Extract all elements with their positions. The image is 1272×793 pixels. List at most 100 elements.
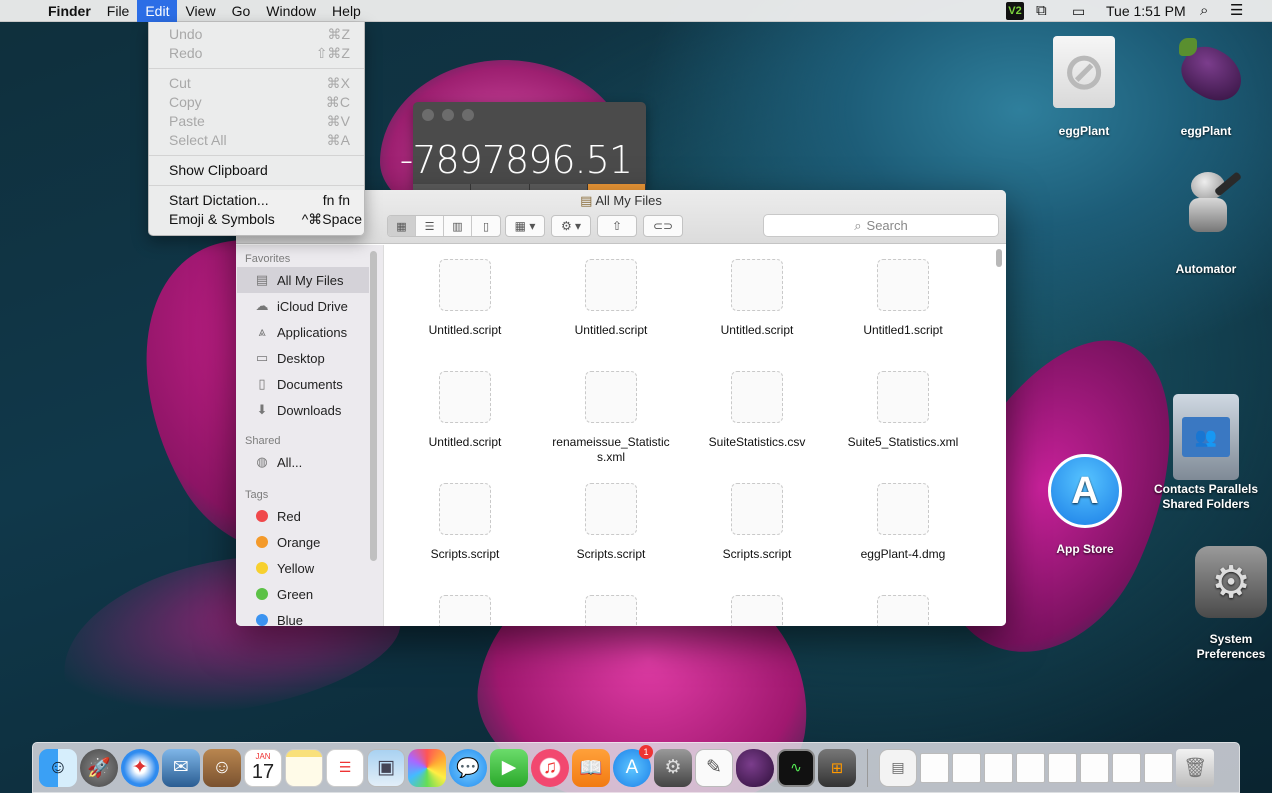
zoom-button[interactable] (462, 109, 474, 121)
eggplant-dock-icon[interactable] (736, 748, 774, 787)
icon-view-button[interactable]: ▦ (388, 216, 416, 236)
textedit-dock-icon[interactable]: ✎ (695, 748, 733, 787)
file-item[interactable]: Untitled.script (392, 259, 538, 357)
contacts-dock-icon[interactable]: ☺ (203, 748, 241, 787)
menu-window[interactable]: Window (258, 0, 324, 22)
minimized-window-thumbnail[interactable] (952, 752, 981, 783)
minimized-window-thumbnail[interactable] (1144, 752, 1173, 783)
desktop-icon-label: App Store (1056, 542, 1114, 556)
messages-dock-icon[interactable]: 💬 (449, 748, 487, 787)
share-button[interactable]: ⇧ (597, 215, 637, 237)
sidebar-item-icloud-drive[interactable]: ☁ iCloud Drive (236, 293, 383, 319)
menu-item-show-clipboard[interactable]: Show Clipboard (149, 161, 364, 180)
system-preferences-dock-icon[interactable]: ⚙ (654, 748, 692, 787)
file-item[interactable]: Untitled1.script (830, 259, 976, 357)
list-view-button[interactable]: ☰ (416, 216, 444, 236)
desktop-icon-system-preferences[interactable]: ⚙ System Preferences (1190, 546, 1272, 662)
minimized-window-thumbnail[interactable] (1016, 752, 1045, 783)
vnc-status-icon[interactable]: V2 (1006, 2, 1024, 20)
sidebar-item-desktop[interactable]: ▭ Desktop (236, 345, 383, 371)
photos-dock-icon[interactable] (408, 748, 446, 787)
file-item[interactable]: Untitled.script (684, 259, 830, 357)
menu-item-emoji-symbols[interactable]: Emoji & Symbols ^⌘Space (149, 210, 364, 229)
sidebar-tag-blue[interactable]: Blue (236, 607, 383, 626)
sidebar-tag-green[interactable]: Green (236, 581, 383, 607)
file-item[interactable]: Scripts.script (392, 483, 538, 581)
desktop-icon-eggplant-disabled[interactable]: ⊘ eggPlant (1046, 36, 1122, 139)
preview-dock-icon[interactable]: ✉ (162, 748, 200, 787)
network-globe-icon: ◍ (256, 454, 268, 469)
minimized-window-thumbnail[interactable] (1048, 752, 1077, 783)
menu-file[interactable]: File (99, 0, 138, 22)
file-item[interactable]: eggPlant-4.dmg (830, 483, 976, 581)
desktop-icon-eggplant-alias[interactable]: eggPlant (1166, 32, 1251, 139)
column-view-button[interactable]: ▥ (444, 216, 472, 236)
preview-photos-dock-icon[interactable]: ▣ (367, 748, 405, 787)
app-store-dock-icon[interactable]: A 1 (613, 744, 653, 787)
file-item[interactable]: renameissue_Statistics.xml (538, 371, 684, 469)
file-item[interactable]: Suite5_Statistics.xml (830, 371, 976, 469)
notes-dock-icon[interactable] (285, 748, 323, 787)
sidebar-tag-yellow[interactable]: Yellow (236, 555, 383, 581)
sidebar-scrollbar[interactable] (370, 251, 377, 561)
file-item[interactable] (684, 595, 830, 626)
battery-icon[interactable]: ▭ (1072, 0, 1085, 22)
sidebar-item-applications[interactable]: ⩓ Applications (236, 319, 383, 345)
edit-tags-button[interactable]: ⊂⊃ (643, 215, 683, 237)
display-mirroring-icon[interactable]: ⧉ (1036, 0, 1047, 22)
menu-view[interactable]: View (177, 0, 223, 22)
facetime-dock-icon[interactable]: ▶ (490, 748, 528, 787)
action-gear-button[interactable]: ⚙ ▾ (551, 215, 591, 237)
file-item[interactable]: SuiteStatistics.csv (684, 371, 830, 469)
downloads-stack-dock-icon[interactable]: ▤ (879, 748, 917, 787)
minimize-button[interactable] (442, 109, 454, 121)
notification-center-icon[interactable]: ☰ (1230, 0, 1243, 22)
trash-dock-icon[interactable]: 🗑 (1176, 748, 1214, 787)
calculator-dock-icon[interactable]: ⊞ (818, 748, 856, 787)
content-scrollbar[interactable] (996, 249, 1002, 267)
file-item[interactable]: Scripts.script (538, 483, 684, 581)
document-icon (877, 259, 929, 311)
desktop-icon-parallels-shared[interactable]: 👥 Contacts Parallels Shared Folders (1150, 394, 1262, 512)
close-button[interactable] (422, 109, 434, 121)
arrange-button[interactable]: ▦ ▾ (505, 215, 545, 237)
minimized-window-thumbnail[interactable] (1112, 752, 1141, 783)
sidebar-item-shared-all[interactable]: ◍ All... (236, 449, 383, 475)
apple-menu-icon[interactable] (0, 0, 40, 22)
file-item[interactable] (538, 595, 684, 626)
finder-dock-icon[interactable]: ☺ (39, 748, 77, 787)
menu-go[interactable]: Go (224, 0, 259, 22)
launchpad-dock-icon[interactable]: 🚀 (80, 748, 118, 787)
sidebar-tag-orange[interactable]: Orange (236, 529, 383, 555)
file-item[interactable] (830, 595, 976, 626)
sidebar-item-documents[interactable]: ▯ Documents (236, 371, 383, 397)
app-store-icon: A (1048, 454, 1122, 528)
cover-flow-button[interactable]: ▯ (472, 216, 500, 236)
calculator-window[interactable]: -7897896.51 (400, 102, 646, 192)
sidebar-item-downloads[interactable]: ⬇ Downloads (236, 397, 383, 423)
menu-help[interactable]: Help (324, 0, 369, 22)
menu-app-name[interactable]: Finder (40, 0, 99, 22)
file-item[interactable]: Untitled.script (538, 259, 684, 357)
minimized-window-thumbnail[interactable] (920, 752, 949, 783)
ibooks-dock-icon[interactable]: 📖 (572, 748, 610, 787)
file-item[interactable]: Scripts.script (684, 483, 830, 581)
minimized-window-thumbnail[interactable] (1080, 752, 1109, 783)
menu-item-start-dictation[interactable]: Start Dictation... fn fn (149, 191, 364, 210)
calendar-dock-icon[interactable]: JAN 17 (244, 748, 282, 787)
sidebar-tag-red[interactable]: Red (236, 503, 383, 529)
spotlight-search-icon[interactable]: ⌕ (1200, 0, 1208, 22)
sidebar-item-all-my-files[interactable]: ▤ All My Files (237, 267, 369, 293)
desktop-icon-app-store[interactable]: A App Store (1044, 454, 1126, 557)
activity-monitor-dock-icon[interactable]: ∿ (777, 748, 815, 787)
search-field[interactable]: ⌕ Search (763, 214, 999, 237)
desktop-icon-automator[interactable]: Automator (1166, 168, 1246, 277)
menu-clock[interactable]: Tue 1:51 PM (1106, 0, 1186, 22)
reminders-dock-icon[interactable]: ☰ (326, 748, 364, 787)
minimized-window-thumbnail[interactable] (984, 752, 1013, 783)
file-item[interactable] (392, 595, 538, 626)
itunes-dock-icon[interactable]: ♫ (531, 748, 569, 787)
safari-dock-icon[interactable]: ✦ (121, 748, 159, 787)
menu-edit[interactable]: Edit (137, 0, 178, 22)
file-item[interactable]: Untitled.script (392, 371, 538, 469)
